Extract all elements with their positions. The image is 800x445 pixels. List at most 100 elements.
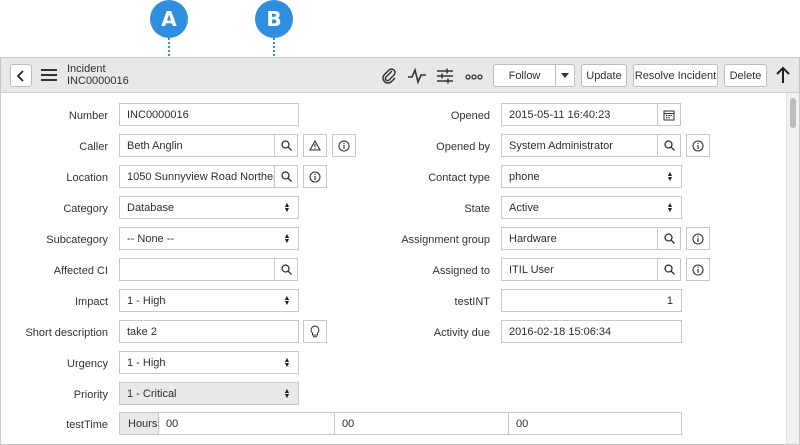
opened-by-value: System Administrator [509, 139, 613, 152]
priority-value: 1 - Critical [127, 387, 177, 400]
caller-warning-button[interactable] [303, 134, 327, 157]
opened-calendar-button[interactable] [657, 103, 681, 126]
delete-button[interactable]: Delete [724, 64, 767, 87]
caret-down-icon [561, 73, 569, 78]
category-select[interactable]: Database ▲ ▼ [119, 196, 299, 219]
test-time-minutes-input[interactable]: 00 [334, 412, 509, 435]
follow-button[interactable]: Follow [493, 64, 556, 87]
select-arrows-icon: ▲ ▼ [283, 201, 291, 214]
caller-info-button[interactable] [332, 134, 356, 157]
test-time-hours-input[interactable]: 00 [158, 412, 335, 435]
test-int-input[interactable]: 1 [501, 289, 682, 312]
short-description-label: Short description [25, 327, 108, 339]
info-icon [309, 170, 321, 183]
update-button[interactable]: Update [581, 64, 627, 87]
subcategory-select[interactable]: -- None -- ▲ ▼ [119, 227, 299, 250]
search-icon [280, 140, 292, 151]
urgency-select[interactable]: 1 - High ▲ ▼ [119, 351, 299, 374]
back-button[interactable] [10, 64, 32, 87]
assigned-to-search-button[interactable] [657, 258, 681, 281]
record-title: Incident INC0000016 [67, 63, 129, 87]
urgency-label: Urgency [67, 358, 108, 370]
activity-due-input[interactable]: 2016-02-18 15:06:34 [501, 320, 682, 343]
select-arrows-icon: ▲ ▼ [283, 387, 291, 400]
follow-dropdown-button[interactable] [555, 64, 575, 87]
assignment-group-label: Assignment group [401, 234, 490, 246]
activity-icon[interactable] [407, 67, 426, 85]
caller-input[interactable]: Beth Anglin [119, 134, 275, 157]
assignment-group-value: Hardware [509, 232, 557, 245]
info-icon [692, 263, 704, 276]
scrollbar-thumb[interactable] [790, 98, 796, 128]
urgency-value: 1 - High [127, 356, 166, 369]
test-time-unit-label: Hours [128, 417, 158, 430]
affected-ci-search-button[interactable] [274, 258, 298, 281]
priority-select[interactable]: 1 - Critical ▲ ▼ [119, 382, 299, 405]
impact-select[interactable]: 1 - High ▲ ▼ [119, 289, 299, 312]
search-icon [663, 233, 675, 244]
follow-label: Follow [508, 69, 541, 82]
opened-by-info-button[interactable] [686, 134, 710, 157]
activity-due-value: 2016-02-18 15:06:34 [509, 325, 612, 338]
assignment-group-search-button[interactable] [657, 227, 681, 250]
test-time-minutes-value: 00 [342, 417, 355, 430]
callout-a: A [150, 0, 188, 38]
state-label: State [464, 203, 490, 215]
warning-icon [309, 140, 321, 151]
category-label: Category [63, 203, 108, 215]
select-arrows-icon: ▲ ▼ [666, 170, 674, 183]
impact-label: Impact [74, 296, 108, 308]
test-time-unit: Hours [119, 412, 159, 435]
opened-input[interactable]: 2015-05-11 16:40:23 [501, 103, 658, 126]
callout-a-label: A [161, 7, 177, 31]
test-time-seconds-input[interactable]: 00 [508, 412, 682, 435]
assigned-to-info-button[interactable] [686, 258, 710, 281]
location-input[interactable]: 1050 Sunnyview Road Northeast, [119, 165, 275, 188]
affected-ci-input[interactable] [119, 258, 275, 281]
location-search-button[interactable] [274, 165, 298, 188]
opened-by-label: Opened by [436, 141, 490, 153]
priority-label: Priority [73, 389, 108, 401]
info-icon [692, 139, 704, 152]
caller-search-button[interactable] [274, 134, 298, 157]
location-info-button[interactable] [303, 165, 327, 188]
opened-by-search-button[interactable] [657, 134, 681, 157]
callout-b: B [255, 0, 293, 38]
contact-type-label: Contact type [428, 172, 490, 184]
paperclip-icon[interactable] [380, 67, 398, 85]
hamburger-menu-icon[interactable] [41, 69, 57, 81]
short-description-input[interactable]: take 2 [119, 320, 299, 343]
state-select[interactable]: Active ▲ ▼ [501, 196, 682, 219]
caller-value: Beth Anglin [127, 139, 183, 152]
select-arrows-icon: ▲ ▼ [283, 232, 291, 245]
select-arrows-icon: ▲ ▼ [283, 294, 291, 307]
contact-type-select[interactable]: phone ▲ ▼ [501, 165, 682, 188]
more-icon[interactable] [464, 67, 483, 85]
suggestion-button[interactable] [303, 320, 327, 343]
test-int-value: 1 [666, 294, 673, 307]
arrow-up-icon[interactable] [775, 66, 793, 84]
number-input[interactable]: INC0000016 [119, 103, 299, 126]
caller-label: Caller [79, 141, 108, 153]
test-time-hours-value: 00 [166, 417, 179, 430]
assignment-group-info-button[interactable] [686, 227, 710, 250]
impact-value: 1 - High [127, 294, 166, 307]
search-icon [280, 264, 292, 275]
opened-by-input[interactable]: System Administrator [501, 134, 658, 157]
opened-value: 2015-05-11 16:40:23 [509, 108, 611, 121]
settings-sliders-icon[interactable] [436, 67, 454, 85]
affected-ci-label: Affected CI [53, 265, 108, 277]
assigned-to-value: ITIL User [509, 263, 554, 276]
record-number: INC0000016 [67, 75, 129, 87]
assigned-to-label: Assigned to [432, 265, 490, 277]
resolve-incident-button[interactable]: Resolve Incident [633, 64, 718, 87]
update-label: Update [586, 69, 622, 82]
info-icon [338, 139, 350, 152]
assigned-to-input[interactable]: ITIL User [501, 258, 658, 281]
record-type: Incident [67, 63, 106, 75]
opened-label: Opened [450, 110, 490, 122]
assignment-group-input[interactable]: Hardware [501, 227, 658, 250]
vertical-scrollbar[interactable] [786, 93, 799, 444]
activity-due-label: Activity due [433, 327, 490, 339]
back-icon [16, 69, 24, 82]
